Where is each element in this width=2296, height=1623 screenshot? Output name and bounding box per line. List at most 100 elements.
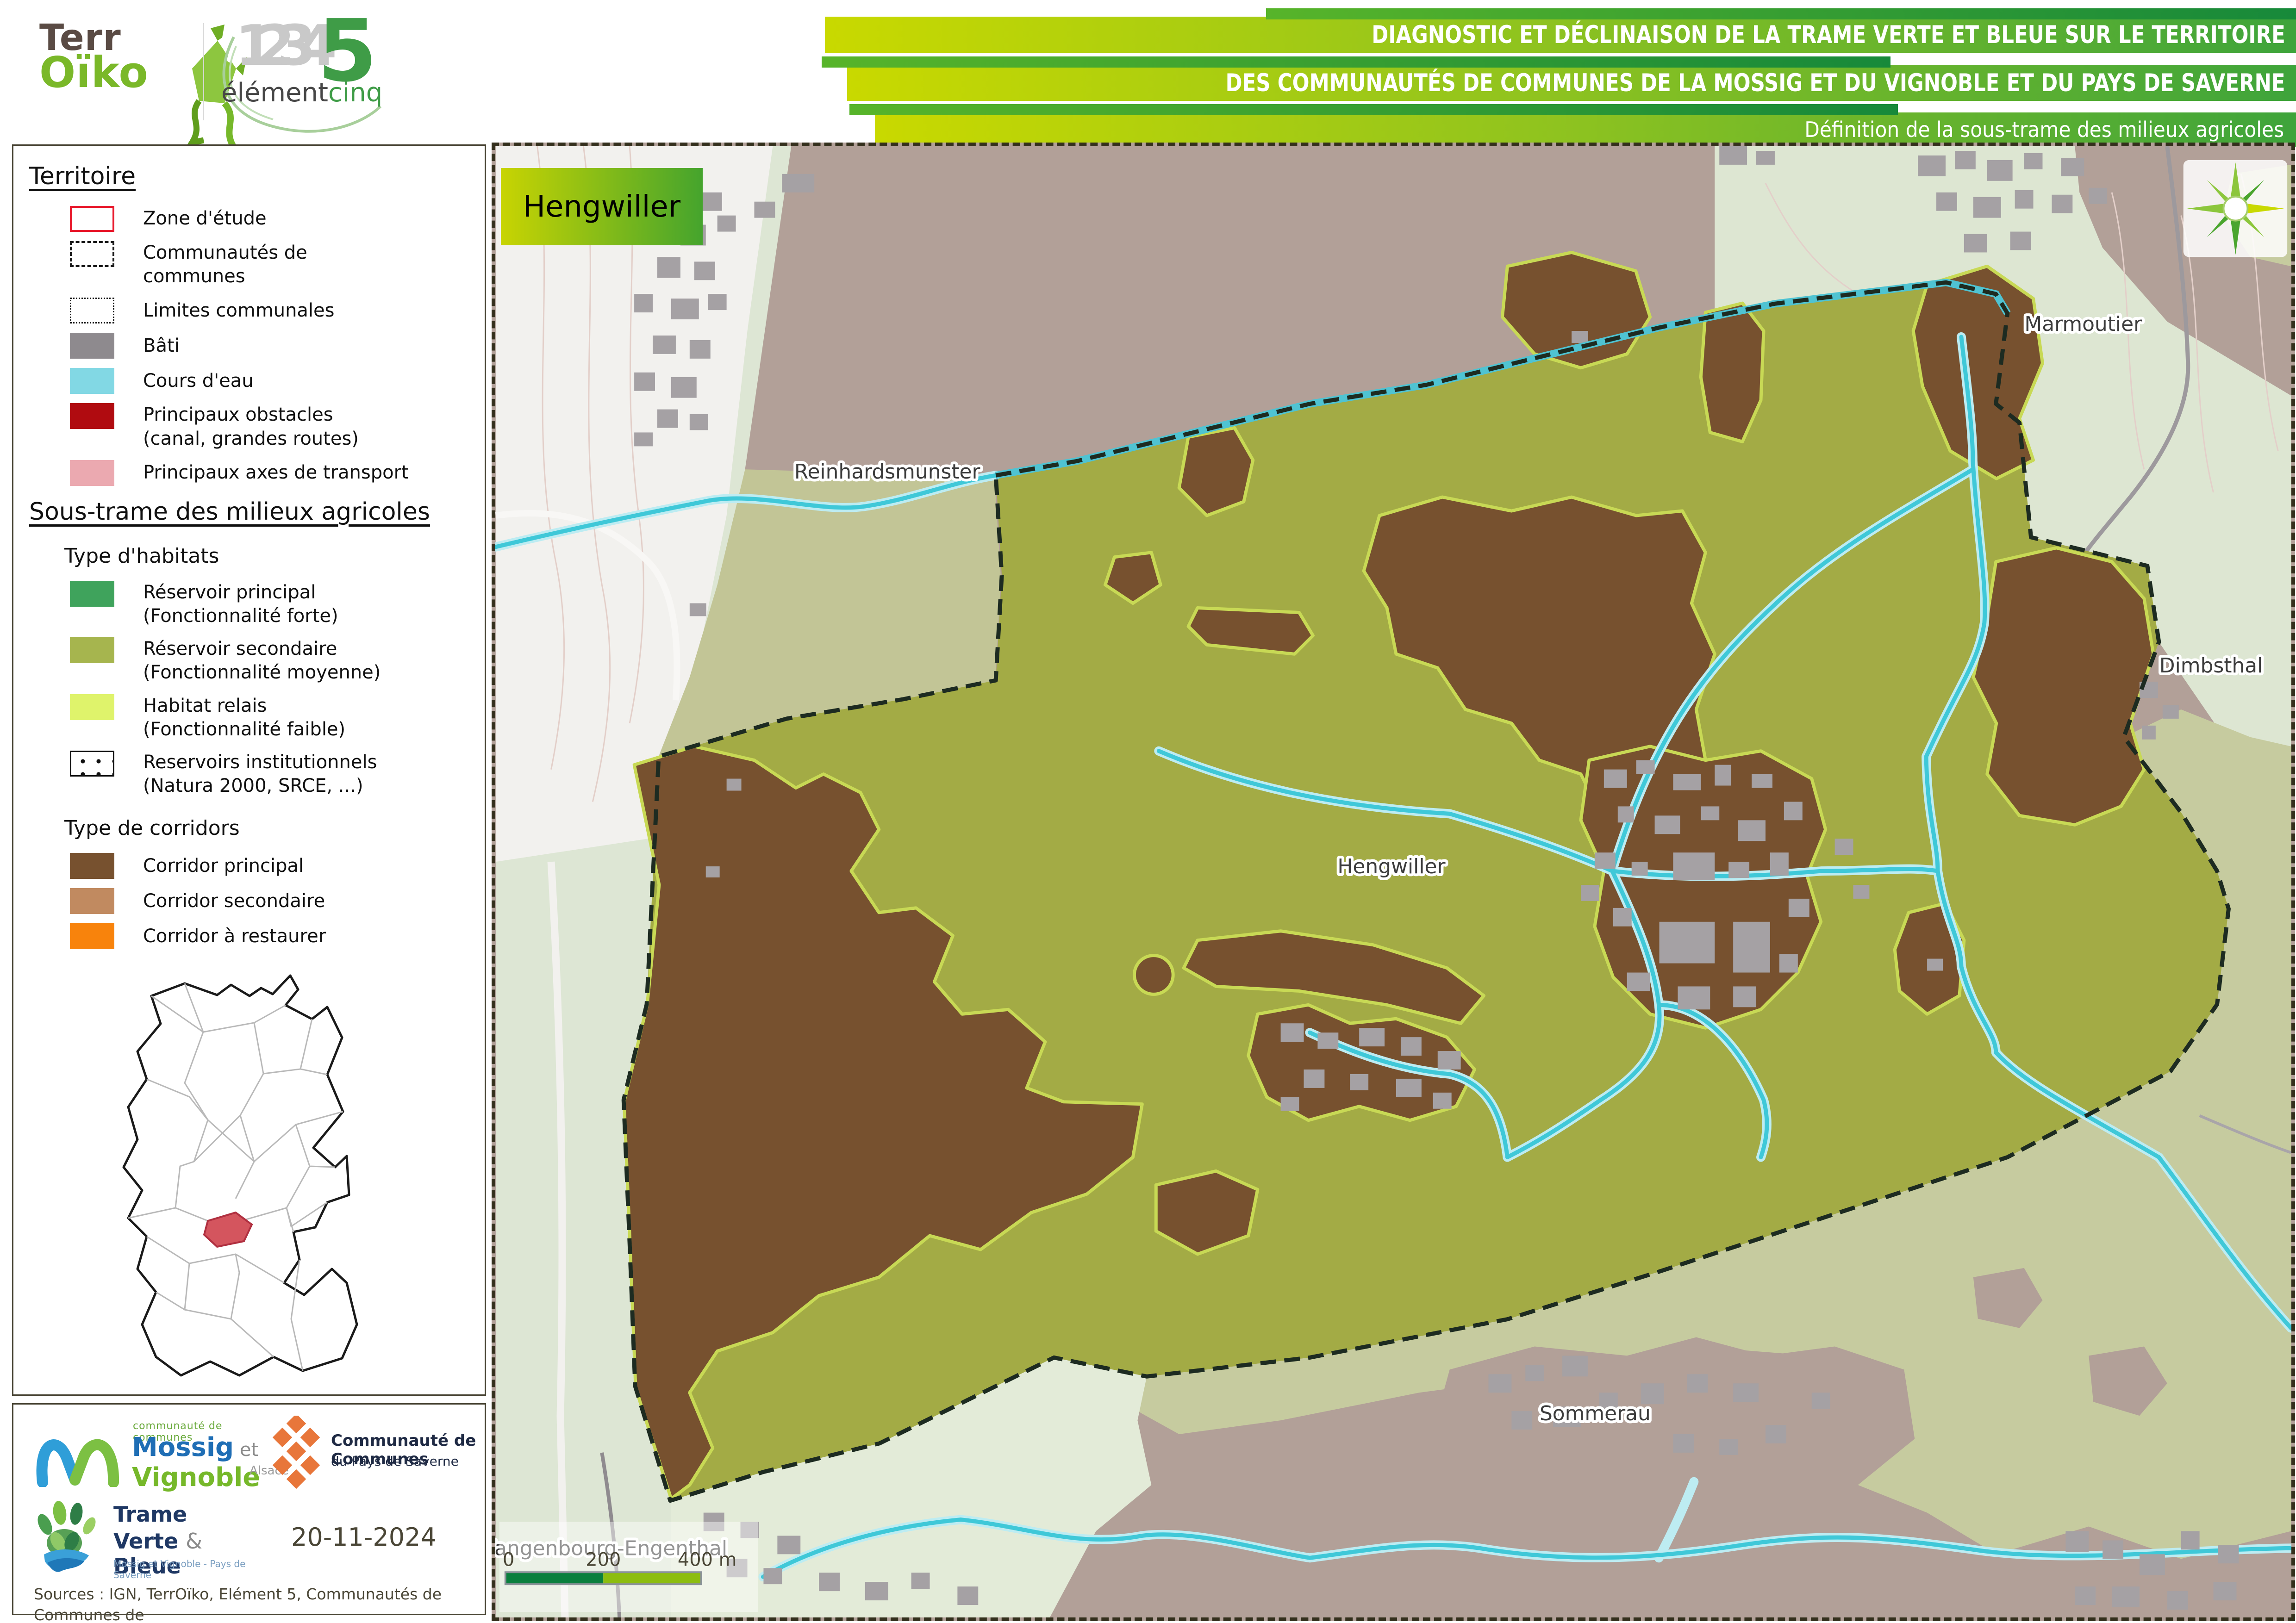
corridor-restaurer-label: Corridor à restaurer — [143, 925, 326, 948]
footer-panel: communauté de communes Mossig et Vignobl… — [12, 1403, 486, 1615]
map-date: 20-11-2024 — [291, 1523, 437, 1552]
scale-label-400: 400 m — [678, 1549, 737, 1570]
map-title-box: Hengwiller — [501, 168, 703, 245]
inset-locator-map — [69, 967, 412, 1398]
obstacles-label-l2: (canal, grandes routes) — [143, 427, 359, 451]
pays-saverne-logo: Communauté de Communes du Pays de Savern… — [267, 1416, 480, 1490]
legend-territoire-title: Territoire — [29, 162, 475, 190]
map-label-hengwiller: Hengwiller — [1337, 855, 1446, 878]
reservoir-principal-swatch — [70, 581, 114, 607]
building-speck-2 — [727, 779, 742, 791]
reservoir-secondaire-l1: Réservoir secondaire — [143, 637, 381, 661]
map-label-reinhardsmunster: Reinhardsmunster — [794, 460, 981, 484]
communautes-label-l2: communes — [143, 265, 307, 288]
habitat-relais-l1: Habitat relais — [143, 694, 345, 718]
bati-swatch — [70, 333, 114, 359]
zone-etude-swatch — [70, 206, 114, 232]
reservoirs-institutionnels-l2: (Natura 2000, SRCE, ...) — [143, 774, 377, 798]
legend-item-reservoir-secondaire: Réservoir secondaire (Fonctionnalité moy… — [70, 637, 475, 684]
reservoirs-institutionnels-l1: Reservoirs institutionnels — [143, 751, 377, 774]
legend-panel: Territoire Zone d'étude Communautés de c… — [12, 144, 486, 1396]
scale-bar-segment-2 — [603, 1572, 701, 1584]
sources-text: Sources : IGN, TerrOïko, Elément 5, Comm… — [34, 1584, 485, 1623]
limites-swatch — [70, 298, 114, 323]
title-banner-3: Définition de la sous-trame des milieux … — [875, 112, 2296, 147]
compass-rose-icon — [2184, 160, 2287, 257]
building-speck-3 — [706, 866, 720, 877]
map-label-dimbsthal: Dimbsthal — [2159, 654, 2263, 678]
tvb-verte: Verte — [113, 1529, 186, 1554]
title-banner-1-text: DIAGNOSTIC ET DÉCLINAISON DE LA TRAME VE… — [1372, 21, 2296, 49]
reservoir-secondaire-l2: (Fonctionnalité moyenne) — [143, 661, 381, 684]
corridor-restaurer-swatch — [70, 923, 114, 949]
reservoirs-institutionnels-swatch — [70, 751, 114, 777]
communautes-label-l1: Communautés de — [143, 241, 307, 265]
sources-line1: Sources : IGN, TerrOïko, Elément 5, Comm… — [34, 1584, 485, 1623]
corridor-principal-label: Corridor principal — [143, 854, 304, 878]
trame-verte-bleue-logo: Trame Verte & Bleue Mossig et Vignoble -… — [31, 1499, 262, 1578]
communautes-swatch — [70, 241, 114, 267]
legend-item-axes: Principaux axes de transport — [70, 460, 475, 486]
cours-eau-swatch — [70, 368, 114, 394]
pays-saverne-diamonds-icon — [267, 1416, 327, 1494]
element5-logo: 1234 5 élémentcinq — [217, 14, 383, 134]
title-banner-1: DIAGNOSTIC ET DÉCLINAISON DE LA TRAME VE… — [825, 17, 2296, 53]
obstacles-label: Principaux obstacles (canal, grandes rou… — [143, 403, 359, 450]
legend-item-corridor-restaurer: Corridor à restaurer — [70, 923, 475, 949]
mossig-vignoble-logo: communauté de communes Mossig et Vignobl… — [31, 1418, 262, 1487]
map-title-text: Hengwiller — [523, 190, 680, 224]
reservoir-principal-label: Réservoir principal (Fonctionnalité fort… — [143, 581, 338, 628]
scale-bar: 0 200 400 m — [499, 1522, 758, 1612]
title-banner-2: DES COMMUNAUTÉS DE COMMUNES DE LA MOSSIG… — [847, 65, 2296, 101]
map-layout-page: Terr Oïko 1234 5 élémentcinq DIAGNOSTIC … — [0, 0, 2296, 1623]
axes-label: Principaux axes de transport — [143, 461, 409, 485]
terroiko-logo: Terr Oïko — [39, 21, 206, 137]
reservoirs-institutionnels-label: Reservoirs institutionnels (Natura 2000,… — [143, 751, 377, 798]
scale-bar-segment-1 — [505, 1572, 603, 1584]
reservoir-secondaire-swatch — [70, 637, 114, 663]
element5-wordmark: élémentcinq — [221, 78, 382, 108]
bati-label: Bâti — [143, 334, 180, 358]
mossig-et: et — [234, 1439, 258, 1461]
corridor-principal-swatch — [70, 853, 114, 879]
obstacles-label-l1: Principaux obstacles — [143, 403, 359, 427]
legend-item-habitat-relais: Habitat relais (Fonctionnalité faible) — [70, 694, 475, 741]
tvb-amp: & — [186, 1529, 202, 1554]
legend-item-cours-eau: Cours d'eau — [70, 368, 475, 394]
limites-label: Limites communales — [143, 299, 335, 323]
reservoir-principal-l2: (Fonctionnalité forte) — [143, 604, 338, 628]
legend-corridors-title: Type de corridors — [64, 816, 475, 840]
legend-item-reservoir-principal: Réservoir principal (Fonctionnalité fort… — [70, 581, 475, 628]
mossig-name1: Mossig — [132, 1432, 234, 1462]
habitat-relais-swatch — [70, 694, 114, 720]
building-speck-5 — [1927, 959, 1943, 971]
map-label-sommerau: Sommerau — [1540, 1402, 1651, 1425]
mossig-logo-name: Mossig et Vignoble — [132, 1432, 262, 1492]
mossig-name2: Vignoble — [132, 1462, 260, 1492]
mossig-m-icon — [31, 1418, 124, 1487]
tvb-paw-icon — [31, 1499, 105, 1578]
map-frame: Reinhardsmunster Marmoutier Dimbsthal He… — [492, 143, 2295, 1621]
map-canvas: Reinhardsmunster Marmoutier Dimbsthal He… — [495, 146, 2291, 1617]
pays-saverne-line2: du Pays de Saverne — [331, 1454, 459, 1469]
legend-item-communautes: Communautés de communes — [70, 241, 475, 288]
element5-word2: cinq — [328, 78, 382, 108]
reservoir-principal-l1: Réservoir principal — [143, 581, 338, 604]
element5-word1: élément — [221, 78, 328, 108]
tvb-line1: Trame — [113, 1502, 187, 1527]
inset-region-outline — [124, 976, 357, 1375]
legend-item-bati: Bâti — [70, 333, 475, 359]
element5-digits: 1234 — [235, 14, 319, 78]
axes-swatch — [70, 460, 114, 486]
corridor-secondaire-label: Corridor secondaire — [143, 889, 325, 913]
scale-label-200: 200 — [586, 1549, 621, 1570]
legend-item-corridor-principal: Corridor principal — [70, 853, 475, 879]
brown-east-mass — [1973, 548, 2153, 825]
map-label-marmoutier: Marmoutier — [2024, 312, 2142, 336]
building-speck-4 — [1572, 331, 1588, 343]
title-banner-2-text: DES COMMUNAUTÉS DE COMMUNES DE LA MOSSIG… — [1226, 69, 2296, 97]
title-banner-3-text: Définition de la sous-trame des milieux … — [1804, 117, 2296, 142]
zone-etude-label: Zone d'étude — [143, 207, 267, 230]
tvb-subtitle: Mossig et Vignoble - Pays de Saverne — [113, 1558, 262, 1580]
habitat-relais-label: Habitat relais (Fonctionnalité faible) — [143, 694, 345, 741]
